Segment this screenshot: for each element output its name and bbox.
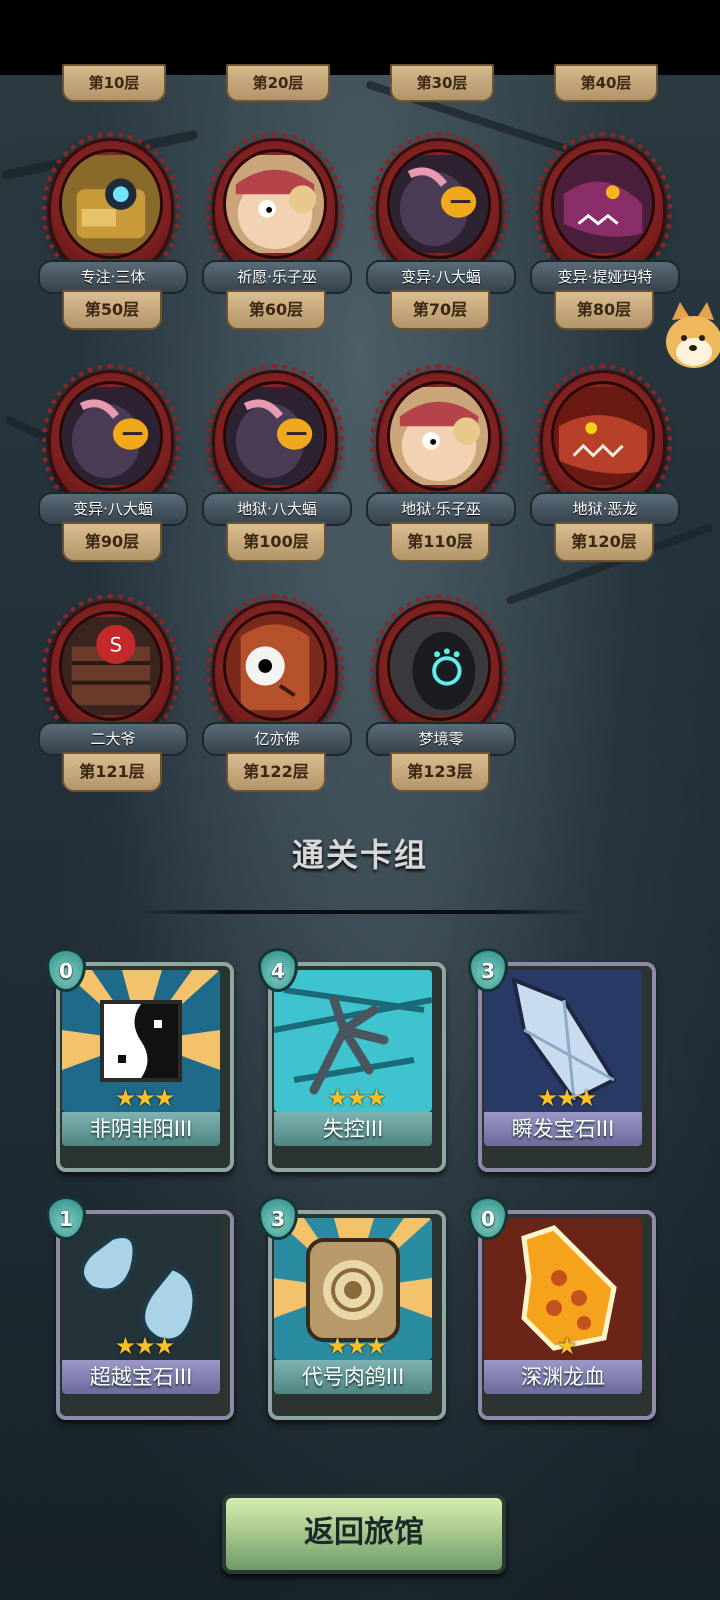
boss-portrait-witch — [390, 384, 488, 488]
boss-portrait-bat — [390, 152, 488, 256]
boss-name: 梦境零 — [366, 722, 516, 756]
card-name: 代号肉鸽III — [274, 1360, 432, 1394]
boss-portrait-dragon-purple — [554, 152, 652, 256]
boss-frame: S — [42, 594, 180, 746]
boss-entry[interactable]: 地狱·恶龙 第120层 — [530, 364, 680, 580]
boss-entry[interactable]: 地狱·八大蝠 第100层 — [202, 364, 352, 580]
boss-name: 变异·八大蝠 — [38, 492, 188, 526]
boss-floor: 第120层 — [554, 522, 654, 562]
boss-frame — [206, 364, 344, 516]
boss-floor: 第123层 — [390, 752, 490, 792]
boss-entry[interactable]: 梦境零 第123层 — [366, 594, 516, 810]
card-stars: ★★★ — [536, 1084, 598, 1112]
boss-frame — [370, 132, 508, 284]
boss-name: 地狱·乐子巫 — [366, 492, 516, 526]
boss-name: 地狱·恶龙 — [530, 492, 680, 526]
boss-name: 祈愿·乐子巫 — [202, 260, 352, 294]
boss-floor: 第100层 — [226, 522, 326, 562]
boss-portrait-robot — [62, 152, 160, 256]
boss-frame — [206, 594, 344, 746]
boss-floor: 第50层 — [62, 290, 162, 330]
svg-text:S: S — [110, 633, 122, 656]
card[interactable]: ★★★ 瞬发宝石III 3 — [468, 948, 656, 1172]
return-to-inn-button[interactable]: 返回旅馆 — [222, 1494, 506, 1574]
card-name: 失控III — [274, 1112, 432, 1146]
shiba-dog-icon[interactable] — [662, 300, 720, 380]
boss-name: 变异·八大蝠 — [366, 260, 516, 294]
boss-floor: 第90层 — [62, 522, 162, 562]
boss-floor: 第60层 — [226, 290, 326, 330]
card-stars: ★★★ — [326, 1332, 388, 1360]
boss-entry[interactable]: 变异·八大蝠 第70层 — [366, 132, 516, 348]
card-stars: ★★★ — [114, 1084, 176, 1112]
card[interactable]: ★★★ 失控III 4 — [258, 948, 446, 1172]
boss-name: 专注·三体 — [38, 260, 188, 294]
card[interactable]: ★ 深渊龙血 0 — [468, 1196, 656, 1420]
card-name: 非阴非阳III — [62, 1112, 220, 1146]
card[interactable]: ★★★ 代号肉鸽III 3 — [258, 1196, 446, 1420]
boss-floor: 第110层 — [390, 522, 490, 562]
boss-portrait-barrel: S — [62, 614, 160, 718]
card-name: 超越宝石III — [62, 1360, 220, 1394]
boss-name: 地狱·八大蝠 — [202, 492, 352, 526]
boss-entry[interactable]: 变异·提娅玛特 第80层 — [530, 132, 680, 348]
boss-floor: 第121层 — [62, 752, 162, 792]
boss-portrait-eyeball — [226, 614, 324, 718]
boss-portrait-dream-zero — [390, 614, 488, 718]
boss-frame — [42, 364, 180, 516]
card-name: 深渊龙血 — [484, 1360, 642, 1394]
card-name: 瞬发宝石III — [484, 1112, 642, 1146]
boss-portrait-witch — [226, 152, 324, 256]
floor-ribbon: 第10层 — [62, 64, 166, 102]
boss-frame — [370, 364, 508, 516]
floor-ribbon: 第20层 — [226, 64, 330, 102]
floor-ribbon: 第40层 — [554, 64, 658, 102]
boss-entry[interactable]: S 二大爷 第121层 — [38, 594, 188, 810]
boss-floor: 第122层 — [226, 752, 326, 792]
boss-frame — [534, 132, 672, 284]
boss-frame — [370, 594, 508, 746]
boss-floor: 第70层 — [390, 290, 490, 330]
card-stars: ★ — [556, 1332, 578, 1360]
section-title: 通关卡组 — [291, 836, 428, 874]
boss-name: 变异·提娅玛特 — [530, 260, 680, 294]
card-stars: ★★★ — [114, 1332, 176, 1360]
boss-entry[interactable]: 地狱·乐子巫 第110层 — [366, 364, 516, 580]
card[interactable]: ★★★ 超越宝石III 1 — [46, 1196, 234, 1420]
card-stars: ★★★ — [326, 1084, 388, 1112]
boss-entry[interactable]: 亿亦佛 第122层 — [202, 594, 352, 810]
boss-floor: 第80层 — [554, 290, 654, 330]
boss-portrait-dragon-red — [554, 384, 652, 488]
boss-portrait-bat — [226, 384, 324, 488]
boss-name: 亿亦佛 — [202, 722, 352, 756]
boss-frame — [534, 364, 672, 516]
boss-entry[interactable]: 祈愿·乐子巫 第60层 — [202, 132, 352, 348]
card[interactable]: ★★★ 非阴非阳III 0 — [46, 948, 234, 1172]
boss-frame — [206, 132, 344, 284]
boss-entry[interactable]: 变异·八大蝠 第90层 — [38, 364, 188, 580]
boss-entry[interactable]: 专注·三体 第50层 — [38, 132, 188, 348]
boss-frame — [42, 132, 180, 284]
floor-ribbon: 第30层 — [390, 64, 494, 102]
boss-name: 二大爷 — [38, 722, 188, 756]
divider — [135, 910, 585, 914]
boss-portrait-bat — [62, 384, 160, 488]
